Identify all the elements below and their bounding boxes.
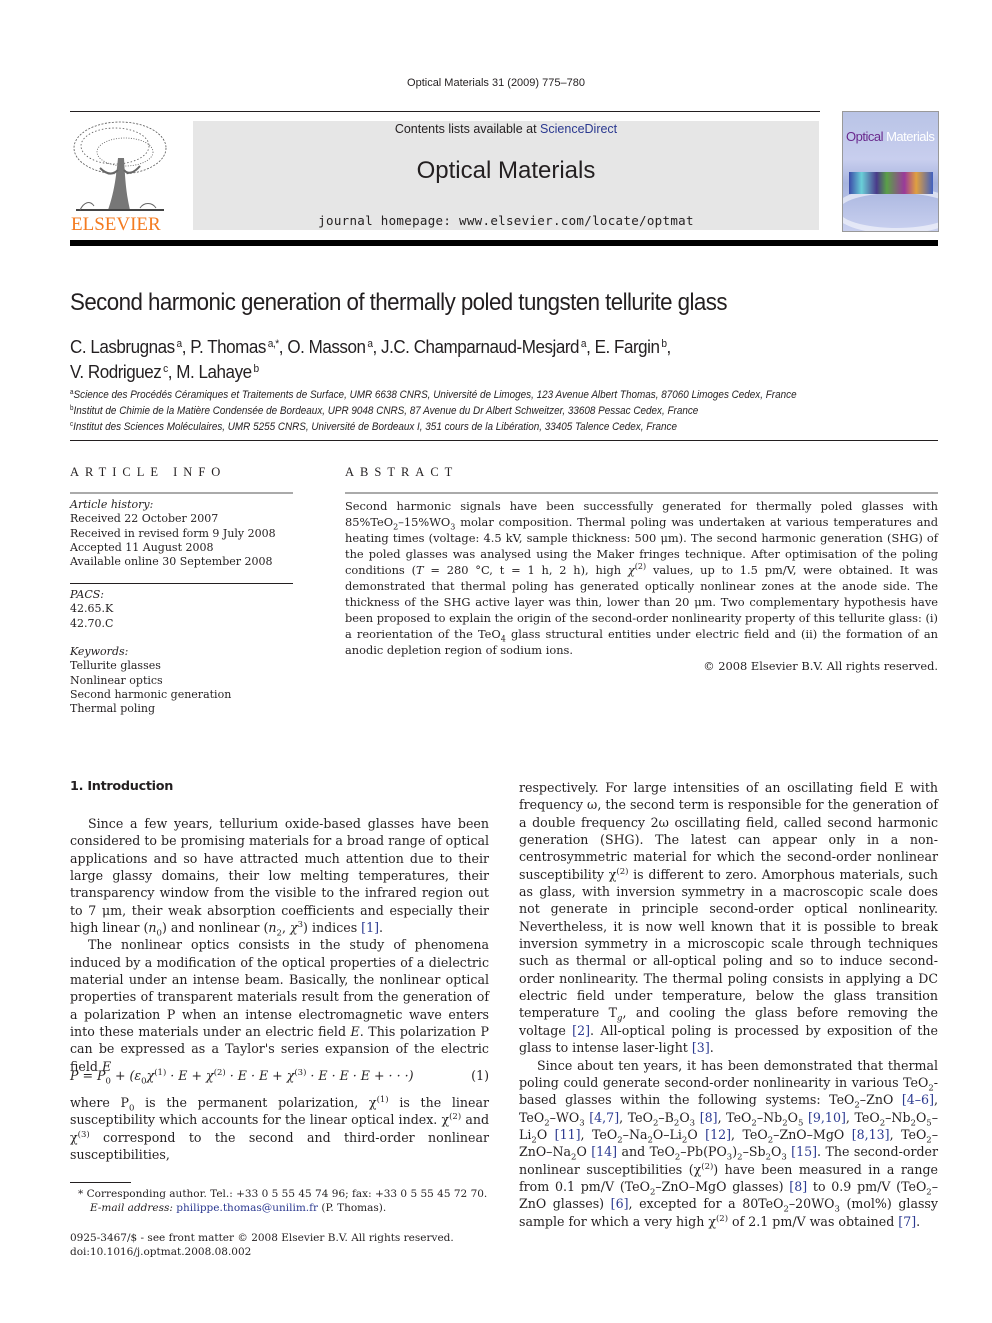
affiliation: bInstitut de Chimie de la Matière Conden… bbox=[70, 405, 699, 417]
keyword: Thermal poling bbox=[70, 702, 156, 716]
citation-link[interactable]: [15] bbox=[791, 1144, 817, 1159]
intro-paragraph-4: Since about ten years, it has been demon… bbox=[519, 1057, 938, 1229]
author-name[interactable]: E. Fargin bbox=[595, 336, 660, 357]
header-rule bbox=[70, 111, 820, 112]
citation-link[interactable]: [9,10] bbox=[808, 1110, 846, 1125]
history-online: Available online 30 September 2008 bbox=[70, 555, 273, 569]
affiliation: cInstitut des Sciences Moléculaires, UMR… bbox=[70, 421, 678, 433]
keywords: Keywords: Tellurite glasses Nonlinear op… bbox=[70, 645, 231, 716]
journal-banner: Contents lists available at ScienceDirec… bbox=[193, 121, 819, 230]
history-revised: Received in revised form 9 July 2008 bbox=[70, 526, 276, 540]
author-line-2: V. Rodriguez c, M. Lahaye b bbox=[70, 361, 259, 382]
citation-link[interactable]: [4,7] bbox=[589, 1110, 619, 1125]
history-accepted: Accepted 11 August 2008 bbox=[70, 540, 214, 554]
affiliation-rule bbox=[70, 440, 938, 441]
history-received: Received 22 October 2007 bbox=[70, 512, 219, 526]
sciencedirect-link[interactable]: ScienceDirect bbox=[540, 122, 617, 136]
footnote-rule bbox=[70, 1182, 131, 1183]
author-line-1: C. Lasbrugnas a, P. Thomas a,*, O. Masson a… bbox=[70, 336, 671, 357]
doi-line[interactable]: doi:10.1016/j.optmat.2008.08.002 bbox=[70, 1245, 454, 1259]
cover-title: Optical Materials bbox=[846, 129, 935, 144]
affiliation-marker[interactable]: a bbox=[367, 338, 373, 350]
pacs: PACS: 42.65.K 42.70.C bbox=[70, 588, 113, 631]
affiliation-marker[interactable]: a bbox=[581, 338, 587, 350]
intro-paragraph-continued: respectively. For large intensities of a… bbox=[519, 780, 939, 1056]
keywords-label: Keywords: bbox=[70, 645, 129, 658]
citation-link[interactable]: [8] bbox=[700, 1110, 718, 1125]
front-matter: 0925-3467/$ - see front matter © 2008 El… bbox=[70, 1231, 454, 1259]
author-name[interactable]: M. Lahaye bbox=[176, 361, 252, 382]
email-line: E-mail address: philippe.thomas@unilim.f… bbox=[90, 1202, 387, 1214]
affiliation: aScience des Procédés Céramiques et Trai… bbox=[70, 389, 797, 401]
keyword: Tellurite glasses bbox=[70, 659, 161, 673]
contents-line: Contents lists available at ScienceDirec… bbox=[193, 122, 819, 136]
intro-paragraph-3: where P0 is the permanent polarization, … bbox=[70, 1094, 490, 1163]
citation-link[interactable]: [7] bbox=[898, 1214, 916, 1229]
citation-link[interactable]: [14] bbox=[591, 1144, 617, 1159]
contents-prefix: Contents lists available at bbox=[394, 122, 537, 136]
intro-paragraph-1: Since a few years, tellurium oxide-based… bbox=[70, 816, 489, 1074]
pacs-code: 42.70.C bbox=[70, 616, 114, 630]
elsevier-logo[interactable]: ELSEVIER bbox=[70, 118, 170, 235]
intro-paragraph-2: The nonlinear optics consists in the stu… bbox=[70, 937, 489, 1074]
author-name[interactable]: C. Lasbrugnas bbox=[70, 336, 175, 357]
pacs-label: PACS: bbox=[70, 588, 104, 601]
abstract-copyright: © 2008 Elsevier B.V. All rights reserved… bbox=[703, 659, 938, 673]
affiliation-marker[interactable]: c bbox=[163, 363, 168, 375]
journal-homepage[interactable]: journal homepage: www.elsevier.com/locat… bbox=[193, 213, 819, 228]
affiliation-marker[interactable]: b bbox=[253, 363, 259, 375]
issn-line: 0925-3467/$ - see front matter © 2008 El… bbox=[70, 1232, 454, 1244]
elsevier-wordmark: ELSEVIER bbox=[71, 214, 161, 233]
affiliation-marker[interactable]: a bbox=[177, 338, 183, 350]
keyword: Second harmonic generation bbox=[70, 687, 232, 701]
citation-link[interactable]: [4–6] bbox=[902, 1092, 934, 1107]
history-label: Article history: bbox=[70, 498, 154, 511]
article-title: Second harmonic generation of thermally … bbox=[70, 289, 728, 316]
running-head: Optical Materials 31 (2009) 775–780 bbox=[407, 77, 585, 89]
author-name[interactable]: V. Rodriguez bbox=[70, 361, 162, 382]
abstract-text: Second harmonic signals have been succes… bbox=[345, 499, 938, 673]
article-info-divider bbox=[70, 583, 293, 584]
corresponding-author-footnote: * Corresponding author. Tel.: +33 0 5 55… bbox=[70, 1187, 487, 1215]
abstract-heading: ABSTRACT bbox=[345, 465, 459, 479]
author-name[interactable]: P. Thomas bbox=[190, 336, 266, 357]
citation-link[interactable]: [11] bbox=[555, 1127, 581, 1142]
journal-cover[interactable]: Optical Materials bbox=[842, 111, 939, 232]
citation-link[interactable]: [2] bbox=[572, 1023, 590, 1038]
abstract-rule bbox=[345, 492, 938, 494]
article-info-heading: ARTICLE INFO bbox=[70, 465, 227, 479]
affiliations: aScience des Procédés Céramiques et Trai… bbox=[70, 386, 797, 434]
affiliation-marker[interactable]: a,* bbox=[268, 338, 279, 350]
author-name[interactable]: O. Masson bbox=[287, 336, 366, 357]
intro-right-column: respectively. For large intensities of a… bbox=[519, 779, 938, 1230]
affiliation-marker[interactable]: b bbox=[661, 338, 667, 350]
header-thick-rule bbox=[70, 240, 938, 246]
article-info-rule bbox=[70, 492, 293, 494]
keyword: Nonlinear optics bbox=[70, 673, 163, 687]
author-list: C. Lasbrugnas a, P. Thomas a,*, O. Masson a… bbox=[70, 333, 671, 383]
article-history: Article history: Received 22 October 200… bbox=[70, 498, 276, 569]
citation-link[interactable]: [3] bbox=[692, 1040, 710, 1055]
citation-link[interactable]: [1] bbox=[361, 920, 379, 935]
section-heading-introduction: 1. Introduction bbox=[70, 779, 174, 794]
email-link[interactable]: philippe.thomas@unilim.fr bbox=[176, 1202, 318, 1214]
citation-link[interactable]: [8,13] bbox=[852, 1127, 890, 1142]
citation-link[interactable]: [8] bbox=[789, 1179, 807, 1194]
author-name[interactable]: J.C. Champarnaud-Mesjard bbox=[381, 336, 579, 357]
elsevier-tree-icon: ELSEVIER bbox=[71, 121, 167, 235]
equation-number: (1) bbox=[471, 1068, 489, 1083]
cover-images bbox=[849, 172, 933, 194]
corresponding-author: * Corresponding author. Tel.: +33 0 5 55… bbox=[78, 1188, 488, 1200]
pacs-code: 42.65.K bbox=[70, 602, 114, 616]
journal-title: Optical Materials bbox=[416, 157, 596, 184]
equation-1: P = P0 + (ε0χ(1) · E + χ(2) · E · E + χ(… bbox=[70, 1068, 489, 1087]
citation-link[interactable]: [6] bbox=[611, 1196, 629, 1211]
citation-link[interactable]: [12] bbox=[705, 1127, 731, 1142]
